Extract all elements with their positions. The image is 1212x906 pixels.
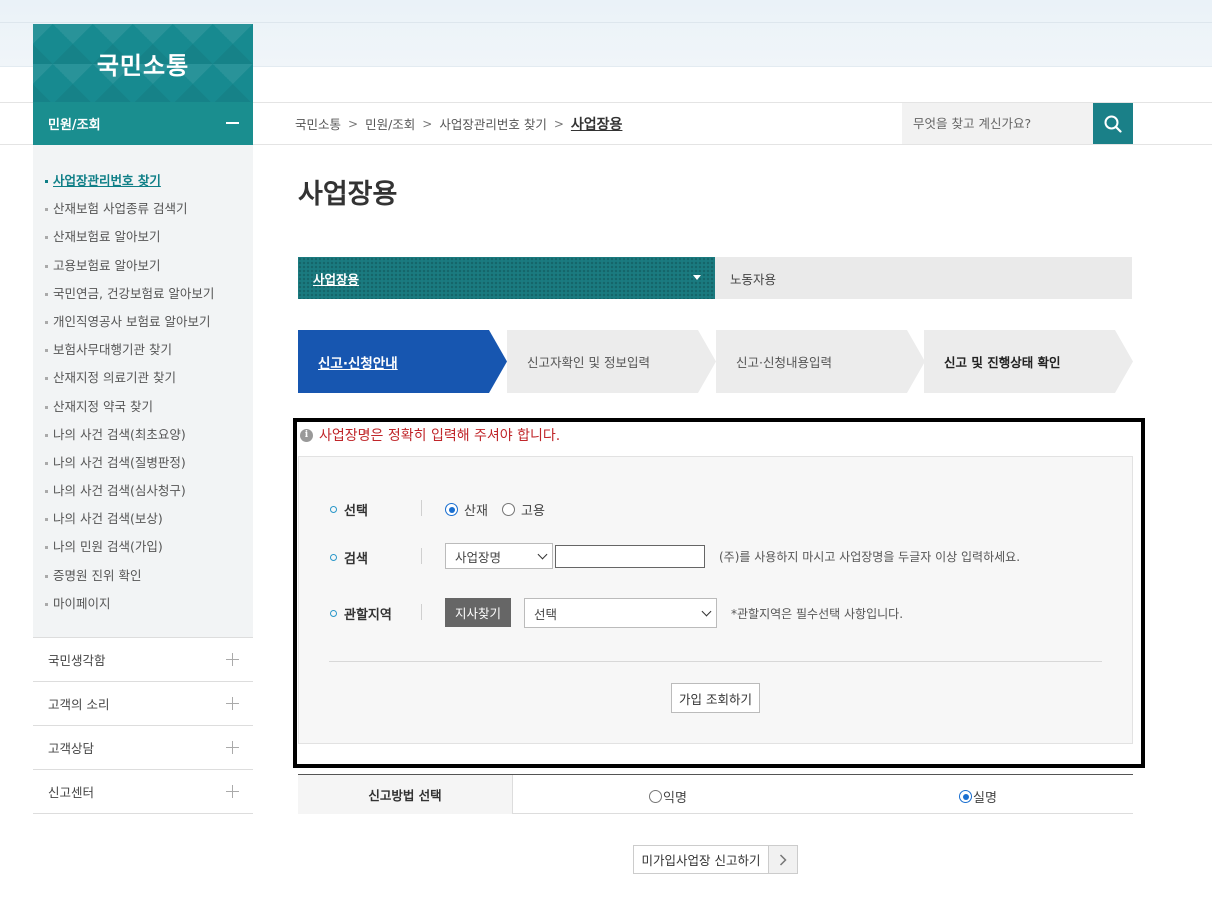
sidebar-section-header[interactable]: 민원/조회 — [33, 102, 253, 145]
sidebar-item-case-disease[interactable]: 나의 사건 검색(질병판정) — [33, 449, 253, 477]
breadcrumb: 국민소통 > 민원/조회 > 사업장관리번호 찾기 > 사업장용 — [295, 102, 622, 145]
search-input[interactable] — [902, 103, 1093, 144]
report-method-label: 신고방법 선택 — [298, 775, 513, 814]
chevron-right-icon: > — [348, 116, 359, 131]
sidebar-item-sanjae-premium[interactable]: 산재보험료 알아보기 — [33, 223, 253, 251]
sidebar-accordion-consult[interactable]: 고객상담 — [33, 726, 253, 770]
sidebar-item-civil-join[interactable]: 나의 민원 검색(가입) — [33, 533, 253, 561]
sidebar-item-business-number[interactable]: 사업장관리번호 찾기 — [33, 167, 253, 195]
breadcrumb-item-home[interactable]: 국민소통 — [295, 114, 341, 133]
report-button-label: 미가입사업장 신고하기 — [634, 846, 769, 873]
breadcrumb-item-business-number[interactable]: 사업장관리번호 찾기 — [439, 114, 546, 133]
sidebar-item-case-initial[interactable]: 나의 사건 검색(최초요양) — [33, 421, 253, 449]
sidebar-item-private-construction[interactable]: 개인직영공사 보험료 알아보기 — [33, 308, 253, 336]
sidebar-item-pharmacy-search[interactable]: 산재지정 약국 찾기 — [33, 393, 253, 421]
radio-anonymous[interactable]: 익명 — [649, 787, 687, 806]
step-3-label: 신고·신청내용입력 — [736, 355, 832, 370]
radio-unchecked-icon — [649, 790, 662, 803]
radio-anonymous-label: 익명 — [663, 791, 687, 806]
sidebar-accordion-report-center[interactable]: 신고센터 — [33, 770, 253, 814]
tab-business[interactable]: 사업장용 — [298, 257, 715, 299]
tab-worker[interactable]: 노동자용 — [715, 257, 1132, 299]
highlight-frame — [293, 418, 1145, 768]
search-button[interactable] — [1093, 103, 1133, 144]
accordion-label: 신고센터 — [48, 785, 95, 800]
step-1-label: 신고·신청안내 — [318, 355, 398, 372]
radio-checked-icon — [959, 790, 972, 803]
expand-plus-icon — [226, 697, 239, 710]
brand-title[interactable]: 국민소통 — [33, 24, 253, 102]
step-4-label: 신고 및 진행상태 확인 — [944, 355, 1061, 370]
accordion-label: 고객의 소리 — [48, 697, 110, 712]
expand-plus-icon — [226, 653, 239, 666]
breadcrumb-item-civil[interactable]: 민원/조회 — [365, 114, 415, 133]
chevron-right-icon — [769, 846, 797, 873]
sidebar-item-pension-health[interactable]: 국민연금, 건강보험료 알아보기 — [33, 280, 253, 308]
accordion-label: 고객상담 — [48, 741, 95, 756]
sidebar-accordion-public-idea[interactable]: 국민생각함 — [33, 638, 253, 682]
chevron-right-icon: > — [422, 116, 433, 131]
sidebar-item-industry-search[interactable]: 산재보험 사업종류 검색기 — [33, 195, 253, 223]
sidebar-item-mypage[interactable]: 마이페이지 — [33, 590, 253, 618]
sidebar-item-case-compensation[interactable]: 나의 사건 검색(보상) — [33, 505, 253, 533]
sidebar-menu: 사업장관리번호 찾기 산재보험 사업종류 검색기 산재보험료 알아보기 고용보험… — [33, 145, 253, 637]
page-title: 사업장용 — [298, 179, 398, 210]
radio-named-label: 실명 — [973, 791, 997, 806]
sidebar-item-case-review[interactable]: 나의 사건 검색(심사청구) — [33, 477, 253, 505]
breadcrumb-item-current: 사업장용 — [570, 116, 623, 133]
report-method-row: 신고방법 선택 익명 실명 — [298, 774, 1133, 814]
tab-business-label: 사업장용 — [313, 271, 360, 287]
collapse-minus-icon — [226, 122, 239, 124]
radio-named[interactable]: 실명 — [959, 787, 997, 806]
sidebar-item-agency-search[interactable]: 보험사무대행기관 찾기 — [33, 336, 253, 364]
accordion-label: 국민생각함 — [48, 653, 106, 668]
sidebar-item-employment-premium[interactable]: 고용보험료 알아보기 — [33, 252, 253, 280]
sidebar-item-medical-search[interactable]: 산재지정 의료기관 찾기 — [33, 364, 253, 392]
tab-worker-label: 노동자용 — [730, 271, 777, 287]
sidebar-section-title: 민원/조회 — [48, 118, 101, 133]
step-2-label: 신고자확인 및 정보입력 — [527, 355, 650, 370]
report-unregistered-button[interactable]: 미가입사업장 신고하기 — [633, 845, 798, 874]
sidebar-item-certificate-check[interactable]: 증명원 진위 확인 — [33, 562, 253, 590]
expand-plus-icon — [226, 785, 239, 798]
caret-down-icon — [693, 275, 701, 280]
search-icon — [1104, 115, 1122, 133]
chevron-right-icon: > — [553, 116, 564, 131]
expand-plus-icon — [226, 741, 239, 754]
sidebar-accordion-customer-voice[interactable]: 고객의 소리 — [33, 682, 253, 726]
